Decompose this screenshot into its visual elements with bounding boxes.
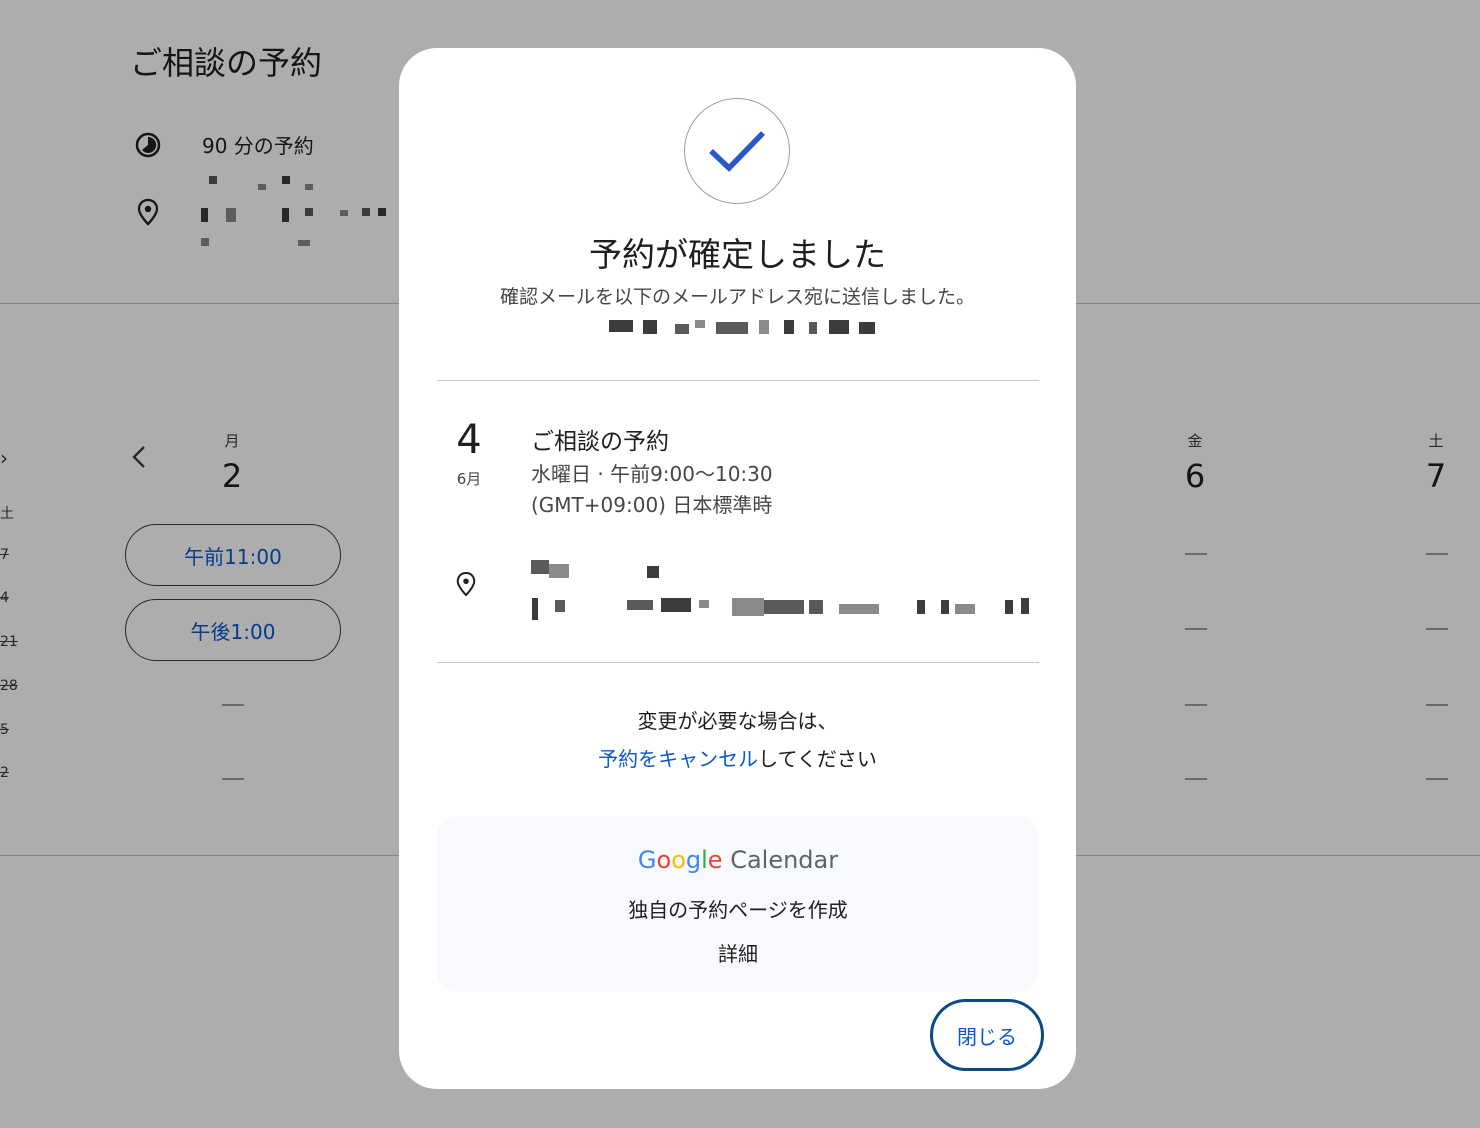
confirmation-dialog: 予約が確定しました 確認メールを以下のメールアドレス宛に送信しました。 4 6月… [399,48,1076,1089]
event-timezone: (GMT+09:00) 日本標準時 [531,493,773,517]
event-date: 4 6月 [439,418,499,489]
event-month: 6月 [456,470,482,488]
section-divider [437,380,1039,381]
cancel-booking-link[interactable]: 予約をキャンセル [598,747,758,771]
google-calendar-promo: Google Calendar 独自の予約ページを作成 詳細 [437,816,1039,992]
section-divider [437,662,1039,663]
create-booking-page-link[interactable]: 独自の予約ページを作成 [437,894,1039,923]
dialog-title: 予約が確定しました [589,235,886,274]
change-instruction-suffix: してください [758,747,877,771]
location-pin-icon [455,570,477,602]
event-day: 4 [456,417,482,463]
google-calendar-logo: Google Calendar [637,846,839,874]
change-instruction-line2: 予約をキャンセルしてください [399,743,1076,772]
details-link[interactable]: 詳細 [437,938,1039,967]
event-title: ご相談の予約 [531,429,669,455]
dialog-subtitle: 確認メールを以下のメールアドレス宛に送信しました。 [499,286,975,308]
success-badge [684,98,790,204]
change-instruction: 変更が必要な場合は、 [637,709,838,733]
event-time: 水曜日 · 午前9:00～10:30 [531,462,773,486]
close-button[interactable]: 閉じる [930,999,1044,1071]
checkmark-icon [709,131,765,172]
